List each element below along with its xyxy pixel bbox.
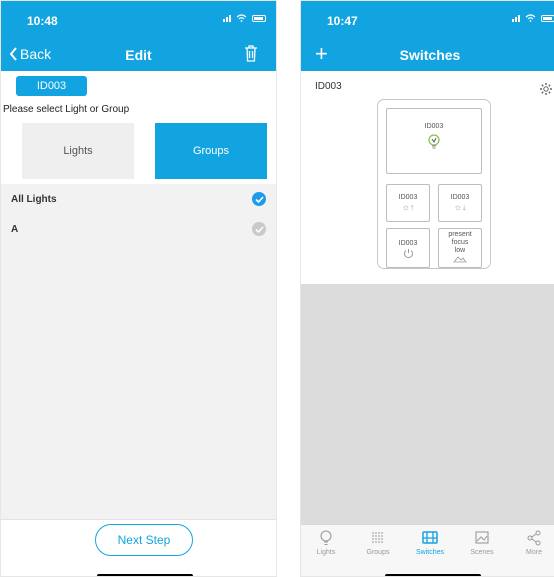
tab-more[interactable]: More (509, 529, 554, 556)
signal-icon (223, 15, 231, 22)
tab-lights[interactable]: Lights (301, 529, 351, 556)
status-bar: 10:47 (301, 1, 554, 38)
battery-icon (541, 15, 554, 22)
brighter-button[interactable]: ID003 ☼↑ (386, 184, 430, 222)
scenes-icon (475, 531, 489, 544)
edit-screen: 10:48 Back Edit ID003 Please select Ligh… (0, 0, 277, 577)
groups-segment[interactable]: Groups (155, 123, 267, 179)
share-icon (527, 530, 541, 546)
tab-groups[interactable]: Groups (353, 529, 403, 556)
mountain-icon (453, 256, 467, 263)
groups-icon (372, 532, 384, 543)
next-step-button[interactable]: Next Step (95, 524, 193, 556)
switch-panel: ID003 ID003 ☼↑ ID003 ☼↓ ID003 present fo… (377, 99, 491, 269)
switches-screen: 10:47 + Switches ID003 ID003 ID003 ☼↑ ID… (300, 0, 554, 577)
list-item[interactable]: A (1, 214, 276, 244)
status-time: 10:47 (327, 14, 358, 28)
device-chip[interactable]: ID003 (16, 76, 87, 96)
checkmark-icon (252, 222, 266, 236)
status-time: 10:48 (27, 14, 58, 28)
lights-segment[interactable]: Lights (22, 123, 134, 179)
tab-scenes[interactable]: Scenes (457, 529, 507, 556)
trash-icon[interactable] (244, 45, 258, 62)
tab-bar: Lights Groups Switches Scenes More (301, 524, 554, 576)
wifi-icon (525, 14, 536, 22)
brightness-up-icon: ☼↑ (401, 202, 415, 212)
tab-switches[interactable]: Switches (405, 529, 455, 556)
device-label: ID003 (315, 81, 342, 92)
list-item-label: A (11, 223, 19, 235)
bottom-area: Next Step (1, 519, 276, 576)
power-icon (403, 249, 413, 259)
checkmark-icon (252, 192, 266, 206)
gear-icon[interactable] (539, 82, 553, 96)
scene-button[interactable]: present focus low (438, 228, 482, 268)
empty-area (301, 284, 554, 524)
nav-bar: + Switches (301, 38, 554, 71)
page-title: Switches (399, 47, 461, 63)
wifi-icon (236, 14, 247, 22)
panel-top-button[interactable]: ID003 (386, 108, 482, 174)
dimmer-button[interactable]: ID003 ☼↓ (438, 184, 482, 222)
group-list: All Lights A (1, 184, 276, 519)
signal-icon (512, 15, 520, 22)
brightness-down-icon: ☼↓ (453, 202, 467, 212)
status-bar: 10:48 (1, 1, 276, 38)
select-prompt: Please select Light or Group (3, 104, 130, 115)
switches-icon (422, 531, 438, 544)
nav-bar: Back Edit (1, 38, 276, 71)
list-item-label: All Lights (11, 193, 57, 205)
page-title: Edit (125, 47, 152, 63)
bulb-icon (320, 530, 332, 546)
bulb-icon (428, 134, 440, 149)
power-button[interactable]: ID003 (386, 228, 430, 268)
battery-icon (252, 15, 266, 22)
list-item[interactable]: All Lights (1, 184, 276, 214)
